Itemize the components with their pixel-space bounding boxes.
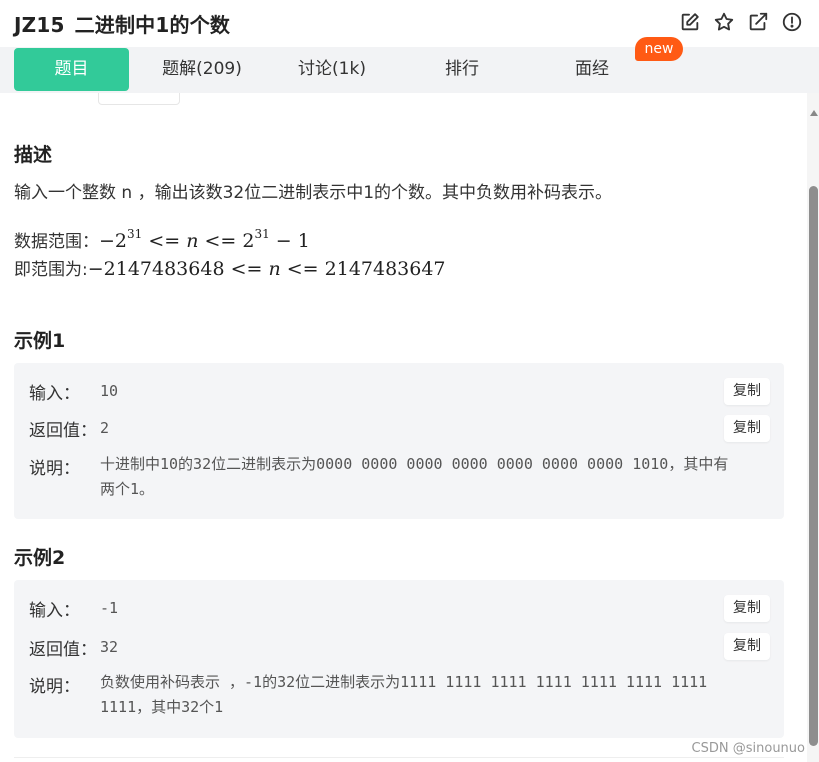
description-text: 输入一个整数 n ，输出该数32位二进制表示中1的个数。其中负数用补码表示。 — [14, 183, 613, 203]
problem-title: JZ15 二进制中1的个数 — [14, 9, 230, 38]
example1-explain-row: 说明： — [29, 454, 99, 479]
tab-solutions[interactable]: 题解(209) — [150, 48, 254, 91]
example2-panel: 输入： -1 复制 返回值： 32 复制 说明： 负数使用补码表示 ，-1的32… — [14, 580, 784, 738]
tab-bar: 题目 题解(209) 讨论(1k) 排行 面经 — [0, 47, 819, 93]
info-icon[interactable] — [781, 11, 803, 33]
scrollbar[interactable] — [807, 93, 819, 762]
partial-button[interactable] — [98, 93, 180, 105]
example2-heading: 示例2 — [14, 547, 66, 569]
copy-output-button[interactable]: 复制 — [724, 415, 770, 442]
copy-input-button[interactable]: 复制 — [724, 595, 770, 622]
edit-icon[interactable] — [679, 11, 701, 33]
scroll-up-arrow-icon[interactable] — [810, 110, 818, 116]
example1-input-row: 输入： — [29, 379, 99, 404]
example1-output-row: 返回值： — [29, 416, 99, 441]
tab-problem[interactable]: 题目 — [14, 48, 129, 91]
divider — [14, 757, 784, 758]
example2-explain-row: 说明： — [29, 672, 99, 697]
star-icon[interactable] — [713, 11, 735, 33]
tab-ranking[interactable]: 排行 — [412, 48, 512, 91]
range-label: 数据范围： — [14, 232, 99, 252]
example1-input-value: 10 — [100, 382, 119, 400]
input-label: 输入： — [29, 384, 80, 404]
problem-name: 二进制中1的个数 — [74, 13, 231, 37]
copy-input-button[interactable]: 复制 — [724, 378, 770, 405]
range-formula: −231 <= n <= 231 − 1 — [99, 226, 310, 252]
example2-input-value: -1 — [100, 599, 119, 617]
example2-output-value: 32 — [100, 638, 119, 656]
tab-interview[interactable]: 面经 — [542, 48, 642, 91]
problem-header: JZ15 二进制中1的个数 — [0, 0, 819, 46]
output-label: 返回值： — [29, 421, 97, 441]
example2-input-row: 输入： — [29, 596, 99, 621]
input-label: 输入： — [29, 601, 80, 621]
range2-label: 即范围为: — [14, 260, 88, 280]
new-badge: new — [635, 37, 683, 61]
copy-output-button[interactable]: 复制 — [724, 633, 770, 660]
explain-label: 说明： — [29, 459, 80, 479]
problem-content: 描述 输入一个整数 n ，输出该数32位二进制表示中1的个数。其中负数用补码表示… — [0, 93, 807, 762]
output-label: 返回值： — [29, 640, 97, 660]
range2-formula: −2147483648 <= n <= 2147483647 — [87, 258, 446, 280]
example1-output-value: 2 — [100, 419, 110, 437]
header-actions — [679, 11, 803, 33]
description-heading: 描述 — [14, 144, 53, 166]
external-link-icon[interactable] — [747, 11, 769, 33]
example1-explain-value: 十进制中10的32位二进制表示为0000 0000 0000 0000 0000… — [100, 455, 729, 498]
example2-output-row: 返回值： — [29, 635, 99, 660]
example2-explain-value: 负数使用补码表示 ，-1的32位二进制表示为1111 1111 1111 111… — [100, 673, 708, 716]
data-range: 数据范围：−231 <= n <= 231 − 1 — [14, 227, 310, 252]
explain-label: 说明： — [29, 677, 80, 697]
problem-code: JZ15 — [14, 13, 65, 37]
watermark: CSDN @sinounuo — [691, 741, 805, 756]
example1-heading: 示例1 — [14, 330, 66, 352]
data-range-explicit: 即范围为:−2147483648 <= n <= 2147483647 — [14, 255, 446, 280]
scrollbar-thumb[interactable] — [809, 186, 818, 746]
example1-panel: 输入： 10 复制 返回值： 2 复制 说明： 十进制中10的32位二进制表示为… — [14, 363, 784, 519]
tab-discussion[interactable]: 讨论(1k) — [282, 48, 382, 91]
